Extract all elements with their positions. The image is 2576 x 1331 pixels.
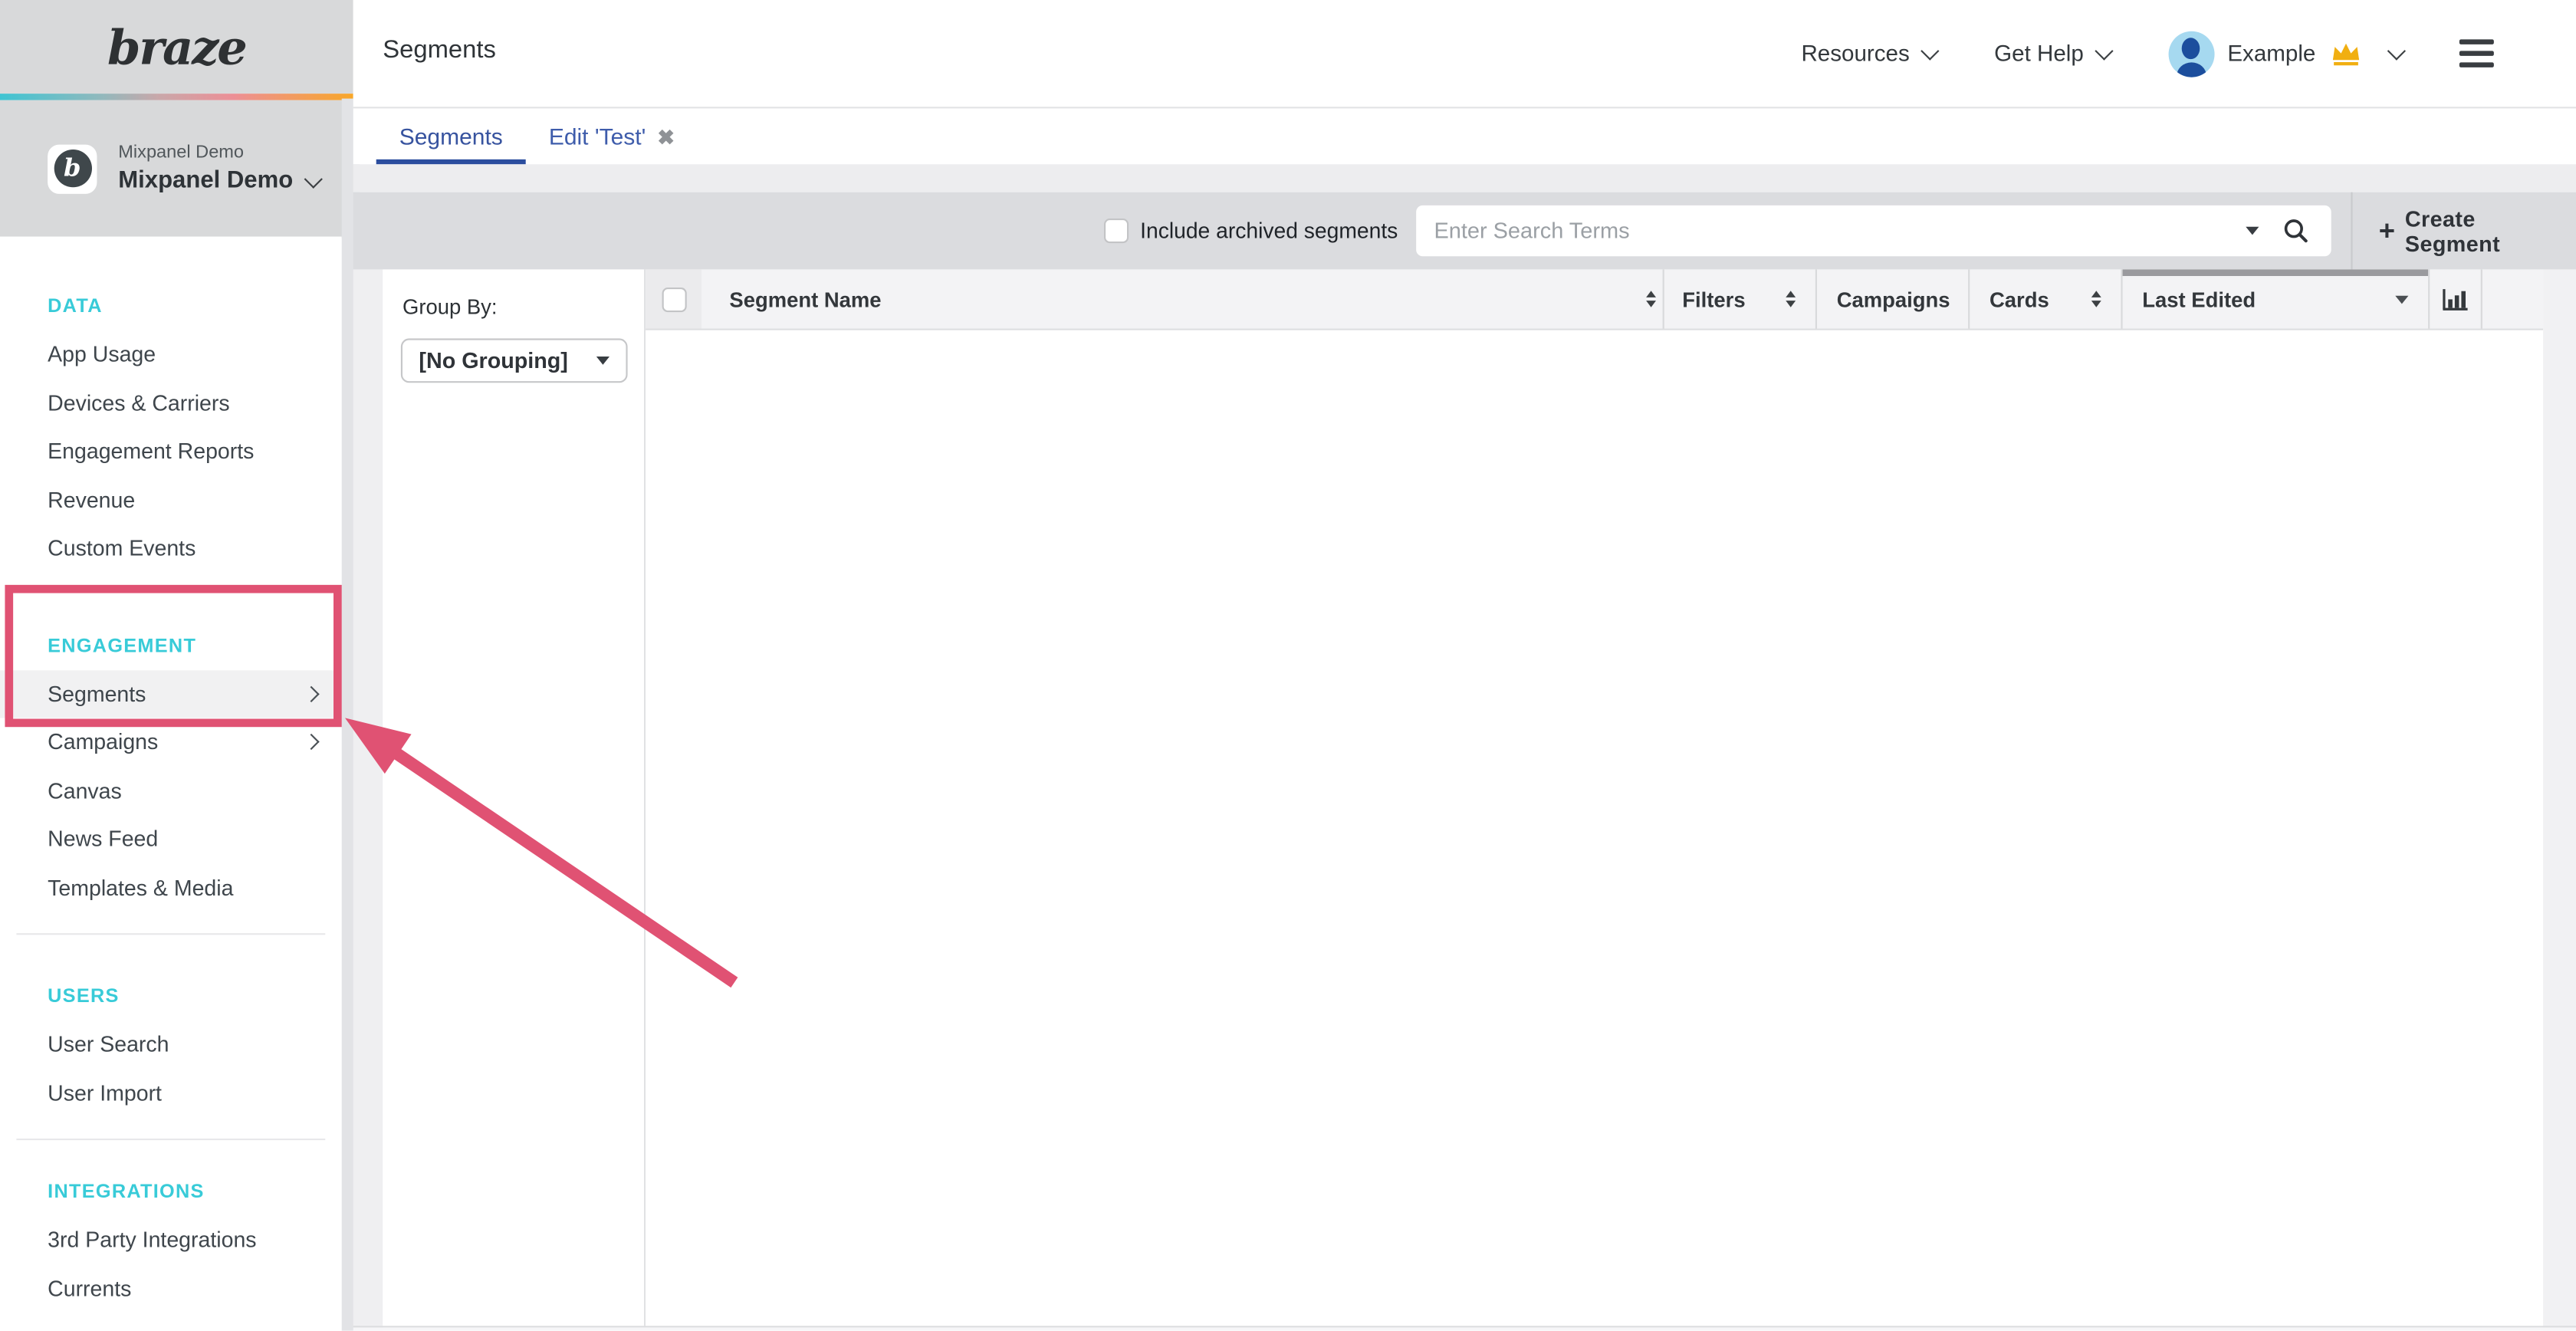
user-menu[interactable]: Example <box>2168 31 2402 77</box>
chevron-down-icon <box>2096 42 2114 60</box>
sidebar-divider <box>16 933 325 935</box>
braze-b-icon: b <box>54 150 91 187</box>
search-input[interactable] <box>1416 219 2239 243</box>
chevron-down-icon <box>305 169 323 187</box>
column-filters[interactable]: Filters <box>1663 269 1815 328</box>
sidebar-divider <box>16 1139 325 1140</box>
tab-edit-test[interactable]: Edit 'Test' ✖ <box>526 108 698 164</box>
section-title-users: USERS <box>48 984 342 1007</box>
sidebar-item-campaigns[interactable]: Campaigns <box>0 718 342 766</box>
sidebar-item-engagement-reports[interactable]: Engagement Reports <box>0 427 342 475</box>
chevron-right-icon <box>303 734 319 750</box>
sidebar: DATA App Usage Devices & Carriers Engage… <box>0 237 342 1331</box>
top-bar: Segments Resources Get Help Example <box>353 0 2576 108</box>
section-engagement: ENGAGEMENT Segments Campaigns Canvas New… <box>0 633 342 912</box>
tab-bar: Segments Edit 'Test' ✖ <box>353 108 2576 164</box>
braze-logo: braze <box>107 19 246 75</box>
content-gutter <box>353 269 383 1326</box>
tabbar-spacer <box>353 164 2576 192</box>
section-title-data: DATA <box>48 294 342 317</box>
search-dropdown-caret-icon[interactable] <box>2246 227 2259 235</box>
sort-icon[interactable] <box>2091 291 2108 308</box>
plus-icon: + <box>2379 217 2395 245</box>
hamburger-menu-icon[interactable] <box>2459 39 2494 67</box>
column-segment-name[interactable]: Segment Name <box>702 269 1663 328</box>
create-segment-button[interactable]: + Create Segment <box>2379 206 2576 255</box>
page-scrollbar-track[interactable] <box>2543 269 2576 1330</box>
workspace-name: Mixpanel Demo <box>118 168 293 194</box>
page-bottom-strip <box>353 1326 2576 1330</box>
tab-segments[interactable]: Segments <box>376 108 526 164</box>
sidebar-item-revenue[interactable]: Revenue <box>0 475 342 524</box>
sidebar-item-app-usage[interactable]: App Usage <box>0 330 342 379</box>
sidebar-item-news-feed[interactable]: News Feed <box>0 815 342 863</box>
header-spacer <box>2481 269 2543 328</box>
sort-desc-caret-icon[interactable] <box>2395 295 2408 304</box>
section-data: DATA App Usage Devices & Carriers Engage… <box>0 294 342 573</box>
sort-icon[interactable] <box>1786 291 1802 308</box>
logo-block[interactable]: braze <box>0 0 353 94</box>
select-all-checkbox[interactable] <box>662 287 686 311</box>
segments-table-body <box>646 330 2543 1326</box>
segments-table-header: Segment Name Filters Campaigns Cards Las… <box>646 269 2543 330</box>
include-archived-checkbox[interactable] <box>1104 219 1129 243</box>
chevron-down-icon <box>2387 42 2404 60</box>
column-analytics[interactable] <box>2428 269 2481 328</box>
sidebar-item-currents[interactable]: Currents <box>0 1264 342 1313</box>
section-title-integrations: INTEGRATIONS <box>48 1180 342 1203</box>
sidebar-item-3rd-party-integrations[interactable]: 3rd Party Integrations <box>0 1216 342 1264</box>
workspace-selector[interactable]: b Mixpanel Demo Mixpanel Demo <box>0 100 353 238</box>
toolbar-divider <box>2351 192 2352 270</box>
group-by-label: Group By: <box>402 294 644 319</box>
braze-dashboard: braze b Mixpanel Demo Mixpanel Demo DATA… <box>0 0 2576 1331</box>
section-users: USERS User Search User Import <box>0 984 342 1118</box>
chevron-down-icon <box>1922 42 1940 60</box>
sidebar-item-canvas[interactable]: Canvas <box>0 767 342 815</box>
workspace-icon: b <box>48 144 97 193</box>
select-caret-icon <box>596 357 610 365</box>
column-cards[interactable]: Cards <box>1968 269 2121 328</box>
search-box <box>1416 205 2331 256</box>
sidebar-item-user-search[interactable]: User Search <box>0 1020 342 1069</box>
sidebar-nav: DATA App Usage Devices & Carriers Engage… <box>0 237 342 1313</box>
section-title-engagement: ENGAGEMENT <box>48 633 342 656</box>
segments-toolbar: Include archived segments + Create Segme… <box>353 192 2576 270</box>
sidebar-item-segments[interactable]: Segments <box>0 669 342 718</box>
sidebar-item-custom-events[interactable]: Custom Events <box>0 524 342 573</box>
resources-menu[interactable]: Resources <box>1801 41 1937 66</box>
chevron-right-icon <box>303 685 319 702</box>
sidebar-item-templates-media[interactable]: Templates & Media <box>0 863 342 912</box>
close-icon[interactable]: ✖ <box>657 124 674 149</box>
group-by-panel: Group By: [No Grouping] <box>383 269 646 1326</box>
include-archived-label: Include archived segments <box>1140 219 1398 243</box>
section-integrations: INTEGRATIONS 3rd Party Integrations Curr… <box>0 1180 342 1313</box>
group-by-select[interactable]: [No Grouping] <box>401 338 628 383</box>
user-name: Example <box>2227 41 2315 66</box>
brand-gradient-bar <box>0 94 353 100</box>
column-last-edited[interactable]: Last Edited <box>2121 269 2428 328</box>
get-help-menu[interactable]: Get Help <box>1994 41 2111 66</box>
workspace-company: Mixpanel Demo <box>118 143 320 163</box>
avatar <box>2168 31 2214 77</box>
search-icon[interactable] <box>2282 217 2309 245</box>
sort-icon[interactable] <box>1646 291 1662 308</box>
bar-chart-icon <box>2441 287 2469 311</box>
page-title: Segments <box>383 36 496 66</box>
crown-icon <box>2329 41 2362 67</box>
sidebar-item-user-import[interactable]: User Import <box>0 1069 342 1117</box>
sidebar-item-devices-carriers[interactable]: Devices & Carriers <box>0 379 342 427</box>
column-campaigns[interactable]: Campaigns <box>1815 269 1968 328</box>
